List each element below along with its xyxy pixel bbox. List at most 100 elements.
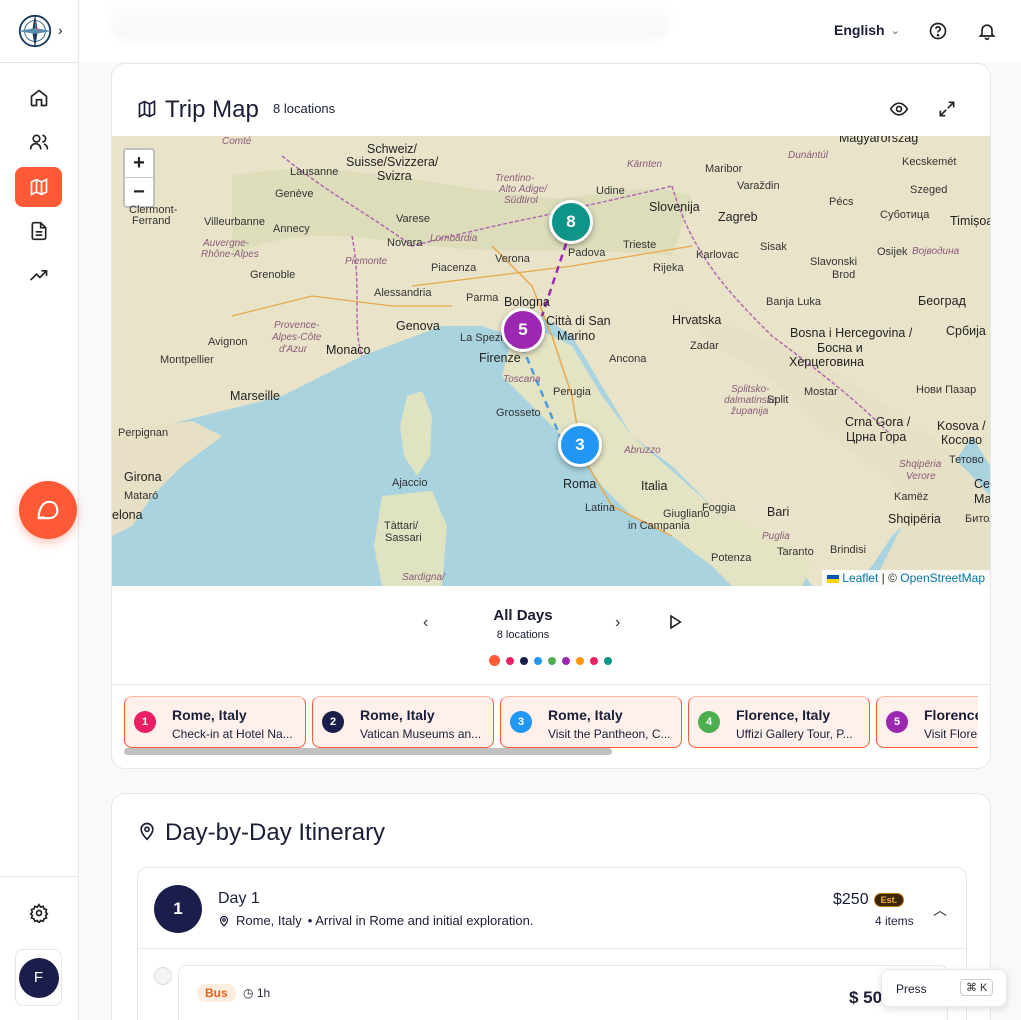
map-label: Provence-	[274, 320, 320, 331]
map-label: Shqipëria	[888, 512, 941, 526]
map-label: Genova	[396, 319, 440, 333]
map-label: Dunántúl	[788, 150, 829, 161]
sidebar-item-home[interactable]	[15, 78, 62, 118]
day-summary: • Arrival in Rome and initial exploratio…	[307, 913, 534, 928]
zoom-in-button[interactable]: +	[125, 150, 153, 178]
shortcut-text: Press	[896, 982, 927, 996]
location-name: Florence	[924, 707, 978, 723]
map-label: Босна и	[817, 341, 863, 355]
itinerary-title: Day-by-Day Itinerary	[165, 819, 386, 846]
day-location: Rome, Italy	[236, 913, 302, 928]
map-icon	[30, 178, 47, 196]
day-dot[interactable]	[520, 656, 528, 665]
map-canvas[interactable]: + − Schweiz/ Suisse/Svizzera/ Svizra Mag…	[112, 136, 990, 586]
location-description: Visit the Pantheon, C...	[548, 727, 671, 741]
map-marker-5[interactable]: 5	[501, 308, 545, 352]
map-attribution: Leaflet | © OpenStreetMap	[821, 570, 990, 586]
map-label: Bologna	[504, 295, 550, 309]
map-label: Varese	[396, 213, 431, 225]
map-label: Italia	[641, 479, 668, 493]
map-label: Kecskemét	[902, 156, 957, 168]
trending-up-icon	[29, 270, 47, 281]
day-dot[interactable]	[576, 656, 584, 665]
location-description: Visit Flore	[924, 727, 978, 741]
expand-icon[interactable]	[937, 99, 957, 119]
location-number: 3	[510, 711, 532, 733]
map-label: Grenoble	[250, 269, 296, 281]
user-avatar-button[interactable]: F	[15, 949, 62, 1006]
day-dot[interactable]	[489, 655, 500, 666]
zoom-out-button[interactable]: −	[125, 178, 153, 206]
map-label: Суботица	[880, 209, 930, 221]
map-label: Shqipëria	[899, 459, 942, 470]
location-card[interactable]: 1 Rome, Italy Check-in at Hotel Na...	[124, 696, 306, 748]
map-label: Ce	[974, 477, 990, 491]
map-label: Girona	[124, 470, 162, 484]
activity-card[interactable]: Bus ◷ 1h $ 50	[178, 965, 948, 1020]
help-circle-icon[interactable]	[928, 21, 948, 41]
map-marker-3[interactable]: 3	[558, 423, 602, 467]
map-label: Brod	[832, 269, 856, 281]
map-label: Monaco	[326, 343, 371, 357]
day-price-value: $250	[833, 891, 869, 908]
location-name: Rome, Italy	[360, 707, 435, 723]
map-label: Karlovac	[696, 249, 739, 261]
map-label: elona	[112, 508, 143, 522]
location-card[interactable]: 4 Florence, Italy Uffizi Gallery Tour, P..…	[688, 696, 870, 748]
map-label: Comté	[222, 136, 252, 147]
sidebar-item-map[interactable]	[15, 167, 62, 207]
day-dot[interactable]	[506, 656, 514, 665]
map-label: Војводина	[912, 246, 960, 257]
chevron-up-icon[interactable]: ︿	[933, 900, 947, 920]
map-label: Suisse/Svizzera/	[346, 155, 439, 169]
location-description: Uffizi Gallery Tour, P...	[736, 727, 853, 741]
day-dot[interactable]	[534, 656, 542, 665]
map-label: Annecy	[273, 223, 310, 235]
day-dots	[489, 655, 612, 666]
map-label: Нови Пазар	[916, 384, 977, 396]
map-label: Puglia	[762, 531, 790, 542]
day-dot[interactable]	[604, 656, 612, 665]
eye-icon[interactable]	[889, 99, 909, 119]
location-card[interactable]: 2 Rome, Italy Vatican Museums an...	[312, 696, 494, 748]
day-dot[interactable]	[562, 656, 570, 665]
bell-icon[interactable]	[977, 21, 997, 41]
map-label: Ancona	[609, 353, 647, 365]
map-label: Parma	[466, 292, 499, 304]
map-label: Bosna i Hercegovina /	[790, 326, 913, 340]
shortcut-hint[interactable]: Press ⌘ K	[881, 969, 1007, 1007]
section-divider	[112, 684, 990, 685]
day-nav-subtitle: 8 locations	[496, 629, 550, 641]
language-label: English	[834, 22, 885, 38]
day-dot[interactable]	[548, 656, 556, 665]
compass-logo-icon[interactable]	[16, 12, 54, 50]
sidebar-item-documents[interactable]	[15, 211, 62, 251]
location-number: 2	[322, 711, 344, 733]
chevron-right-icon[interactable]: ›	[615, 614, 620, 632]
map-label: Србија	[946, 324, 986, 338]
activity-price: $ 50	[849, 988, 883, 1007]
expand-chevron-icon[interactable]: ›	[58, 22, 63, 38]
map-label: Perugia	[553, 386, 591, 398]
map-marker-8[interactable]: 8	[549, 200, 593, 244]
leaflet-link[interactable]: Leaflet	[842, 571, 878, 585]
location-card[interactable]: 5 Florence Visit Flore	[876, 696, 978, 748]
transport-badge: Bus	[197, 984, 236, 1002]
location-card[interactable]: 3 Rome, Italy Visit the Pantheon, C...	[500, 696, 682, 748]
trip-map-card: Trip Map 8 locations + − Schweiz/ Suisse…	[111, 63, 991, 769]
sidebar-item-analytics[interactable]	[15, 255, 62, 295]
map-label: Südtirol	[504, 195, 538, 206]
map-label: Mostar	[804, 386, 838, 398]
map-label: Bari	[767, 505, 790, 519]
map-label: Novara	[387, 237, 423, 249]
support-chat-button[interactable]	[19, 481, 77, 539]
play-icon[interactable]	[667, 614, 683, 630]
language-selector[interactable]: English ⌄	[834, 22, 900, 38]
map-label: Kamëz	[894, 491, 929, 503]
settings-button[interactable]	[15, 893, 62, 933]
sidebar-item-people[interactable]	[15, 122, 62, 162]
day-dot[interactable]	[590, 656, 598, 665]
horizontal-scrollbar[interactable]	[124, 748, 612, 755]
openstreetmap-link[interactable]: OpenStreetMap	[900, 571, 985, 585]
map-label: Split	[767, 394, 789, 406]
